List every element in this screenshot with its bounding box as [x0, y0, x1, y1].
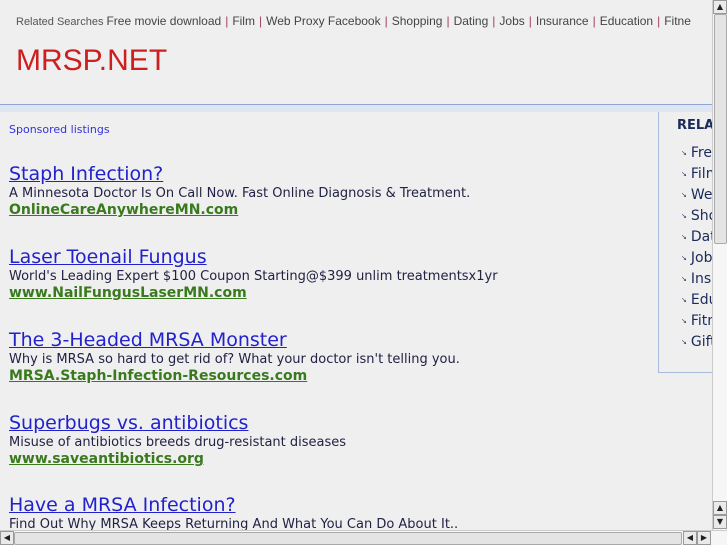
ad-listing: Have a MRSA Infection? Find Out Why MRSA…: [9, 494, 649, 533]
sidebar-item[interactable]: ↘Free: [681, 145, 712, 166]
sidebar-item-label: Shopping: [690, 208, 712, 224]
horizontal-scrollbar[interactable]: ◀ ◀ ▶: [0, 530, 727, 545]
separator: |: [492, 14, 496, 28]
sidebar-item[interactable]: ↘Film: [681, 166, 712, 187]
site-logo[interactable]: MRSP.NET: [16, 44, 167, 78]
sidebar-item[interactable]: ↘Fitness: [681, 313, 712, 334]
sidebar-item[interactable]: ↘Shopping: [681, 208, 712, 229]
sponsored-label: Sponsored listings: [9, 123, 110, 136]
sidebar-item-label: Insurance: [690, 271, 712, 287]
sidebar-item[interactable]: ↘Education: [681, 292, 712, 313]
ad-title[interactable]: The 3-Headed MRSA Monster: [9, 329, 649, 351]
header-divider: [0, 104, 712, 112]
ad-url[interactable]: MRSA.Staph-Infection-Resources.com: [9, 368, 649, 385]
vertical-scroll-thumb[interactable]: [714, 14, 727, 244]
sidebar-item-label: Fitness: [690, 313, 712, 329]
ad-description: Misuse of antibiotics breeds drug-resist…: [9, 435, 347, 450]
horizontal-scroll-thumb[interactable]: [14, 532, 682, 545]
ad-title[interactable]: Superbugs vs. antibiotics: [9, 412, 649, 434]
ad-description: World's Leading Expert $100 Coupon Start…: [9, 269, 498, 284]
arrow-icon: ↘: [681, 191, 687, 199]
arrow-icon: ↘: [681, 212, 687, 220]
scroll-up-icon[interactable]: ▲: [713, 0, 727, 14]
separator: |: [225, 14, 229, 28]
ad-listing: Staph Infection? A Minnesota Doctor Is O…: [9, 163, 649, 219]
top-link[interactable]: Fitne: [664, 14, 691, 28]
separator: |: [258, 14, 263, 28]
separator: |: [592, 14, 596, 28]
separator: |: [446, 14, 450, 28]
scroll-left-icon[interactable]: ◀: [683, 531, 697, 545]
sidebar-item-label: Film: [690, 166, 712, 182]
separator: |: [657, 14, 661, 28]
top-link[interactable]: Insurance: [536, 14, 589, 28]
ad-url[interactable]: www.saveantibiotics.org: [9, 451, 649, 468]
sidebar-item-label: Free: [690, 145, 712, 161]
ad-listing: Superbugs vs. antibiotics Misuse of anti…: [9, 412, 649, 468]
related-searches-label: Related Searches: [16, 16, 104, 28]
sidebar-item-label: Education: [690, 292, 712, 308]
ad-description: Why is MRSA so hard to get rid of? What …: [9, 352, 460, 367]
scroll-up-icon[interactable]: ▲: [713, 501, 727, 515]
scroll-down-icon[interactable]: ▼: [713, 515, 727, 529]
scroll-right-icon[interactable]: ▶: [697, 531, 711, 545]
arrow-icon: ↘: [681, 338, 687, 346]
arrow-icon: ↘: [681, 275, 687, 283]
arrow-icon: ↘: [681, 233, 687, 241]
sidebar-title: RELATED: [677, 118, 712, 133]
arrow-icon: ↘: [681, 296, 687, 304]
arrow-icon: ↘: [681, 149, 687, 157]
arrow-icon: ↘: [681, 170, 687, 178]
arrow-icon: ↘: [681, 254, 687, 262]
sidebar-item-label: Web: [690, 187, 712, 203]
sidebar-item[interactable]: ↘Jobs: [681, 250, 712, 271]
top-link[interactable]: Shopping: [392, 14, 443, 28]
ad-url[interactable]: OnlineCareAnywhereMN.com: [9, 202, 649, 219]
scroll-left-icon[interactable]: ◀: [0, 531, 14, 545]
related-searches-bar: Related Searches Free movie download | Film…: [16, 14, 691, 28]
top-link[interactable]: Free movie download: [106, 14, 221, 28]
top-link[interactable]: Dating: [454, 14, 489, 28]
ad-title[interactable]: Have a MRSA Infection?: [9, 494, 649, 516]
sidebar-item-label: Gifts: [690, 334, 712, 350]
top-link[interactable]: Jobs: [499, 14, 524, 28]
separator: |: [384, 14, 388, 28]
sidebar-item-label: Jobs: [690, 250, 712, 266]
ad-title[interactable]: Laser Toenail Fungus: [9, 246, 649, 268]
ad-listing: Laser Toenail Fungus World's Leading Exp…: [9, 246, 649, 302]
separator: |: [528, 14, 532, 28]
ad-listing: The 3-Headed MRSA Monster Why is MRSA so…: [9, 329, 649, 385]
sidebar-item[interactable]: ↘Insurance: [681, 271, 712, 292]
arrow-icon: ↘: [681, 317, 687, 325]
vertical-scrollbar[interactable]: ▲ ▲ ▼: [712, 0, 727, 530]
sidebar-item[interactable]: ↘Web: [681, 187, 712, 208]
ad-url[interactable]: www.NailFungusLaserMN.com: [9, 285, 649, 302]
ad-description: A Minnesota Doctor Is On Call Now. Fast …: [9, 186, 471, 201]
top-link[interactable]: Film: [232, 14, 255, 28]
sidebar-item-label: Dating: [690, 229, 712, 245]
top-link[interactable]: Education: [600, 14, 653, 28]
related-sidebar: RELATED ↘Free ↘Film ↘Web ↘Shopping ↘Dati…: [658, 112, 712, 373]
sidebar-item[interactable]: ↘Gifts: [681, 334, 712, 355]
ad-title[interactable]: Staph Infection?: [9, 163, 649, 185]
top-link[interactable]: Web Proxy Facebook: [266, 14, 381, 28]
sidebar-item[interactable]: ↘Dating: [681, 229, 712, 250]
